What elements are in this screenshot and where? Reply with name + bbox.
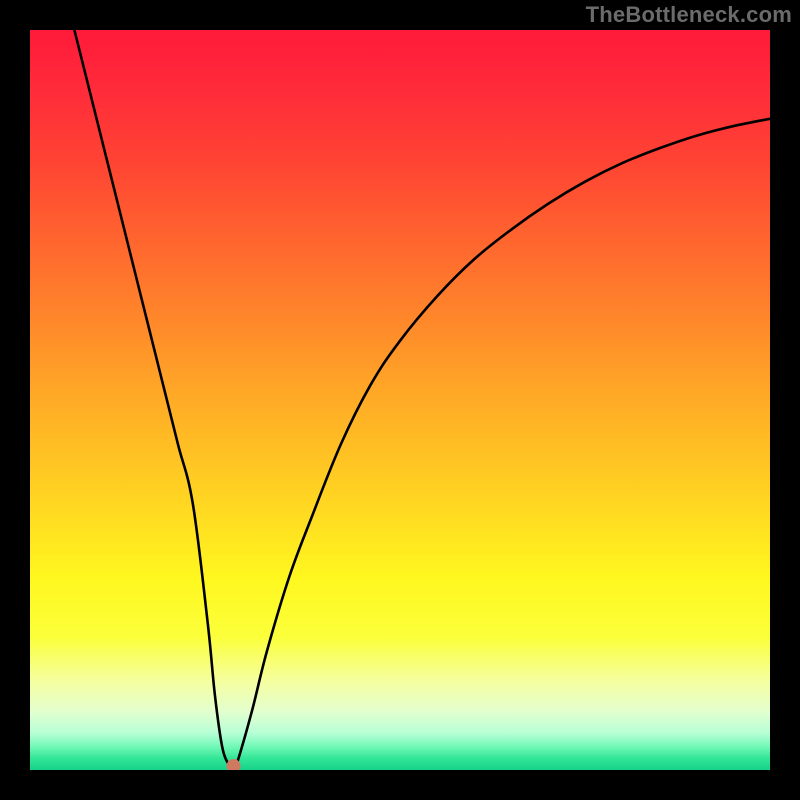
chart-frame: TheBottleneck.com	[0, 0, 800, 800]
watermark-label: TheBottleneck.com	[586, 2, 792, 28]
bottleneck-curve	[74, 30, 770, 770]
optimum-marker	[227, 760, 240, 771]
plot-area	[30, 30, 770, 770]
curve-svg	[30, 30, 770, 770]
